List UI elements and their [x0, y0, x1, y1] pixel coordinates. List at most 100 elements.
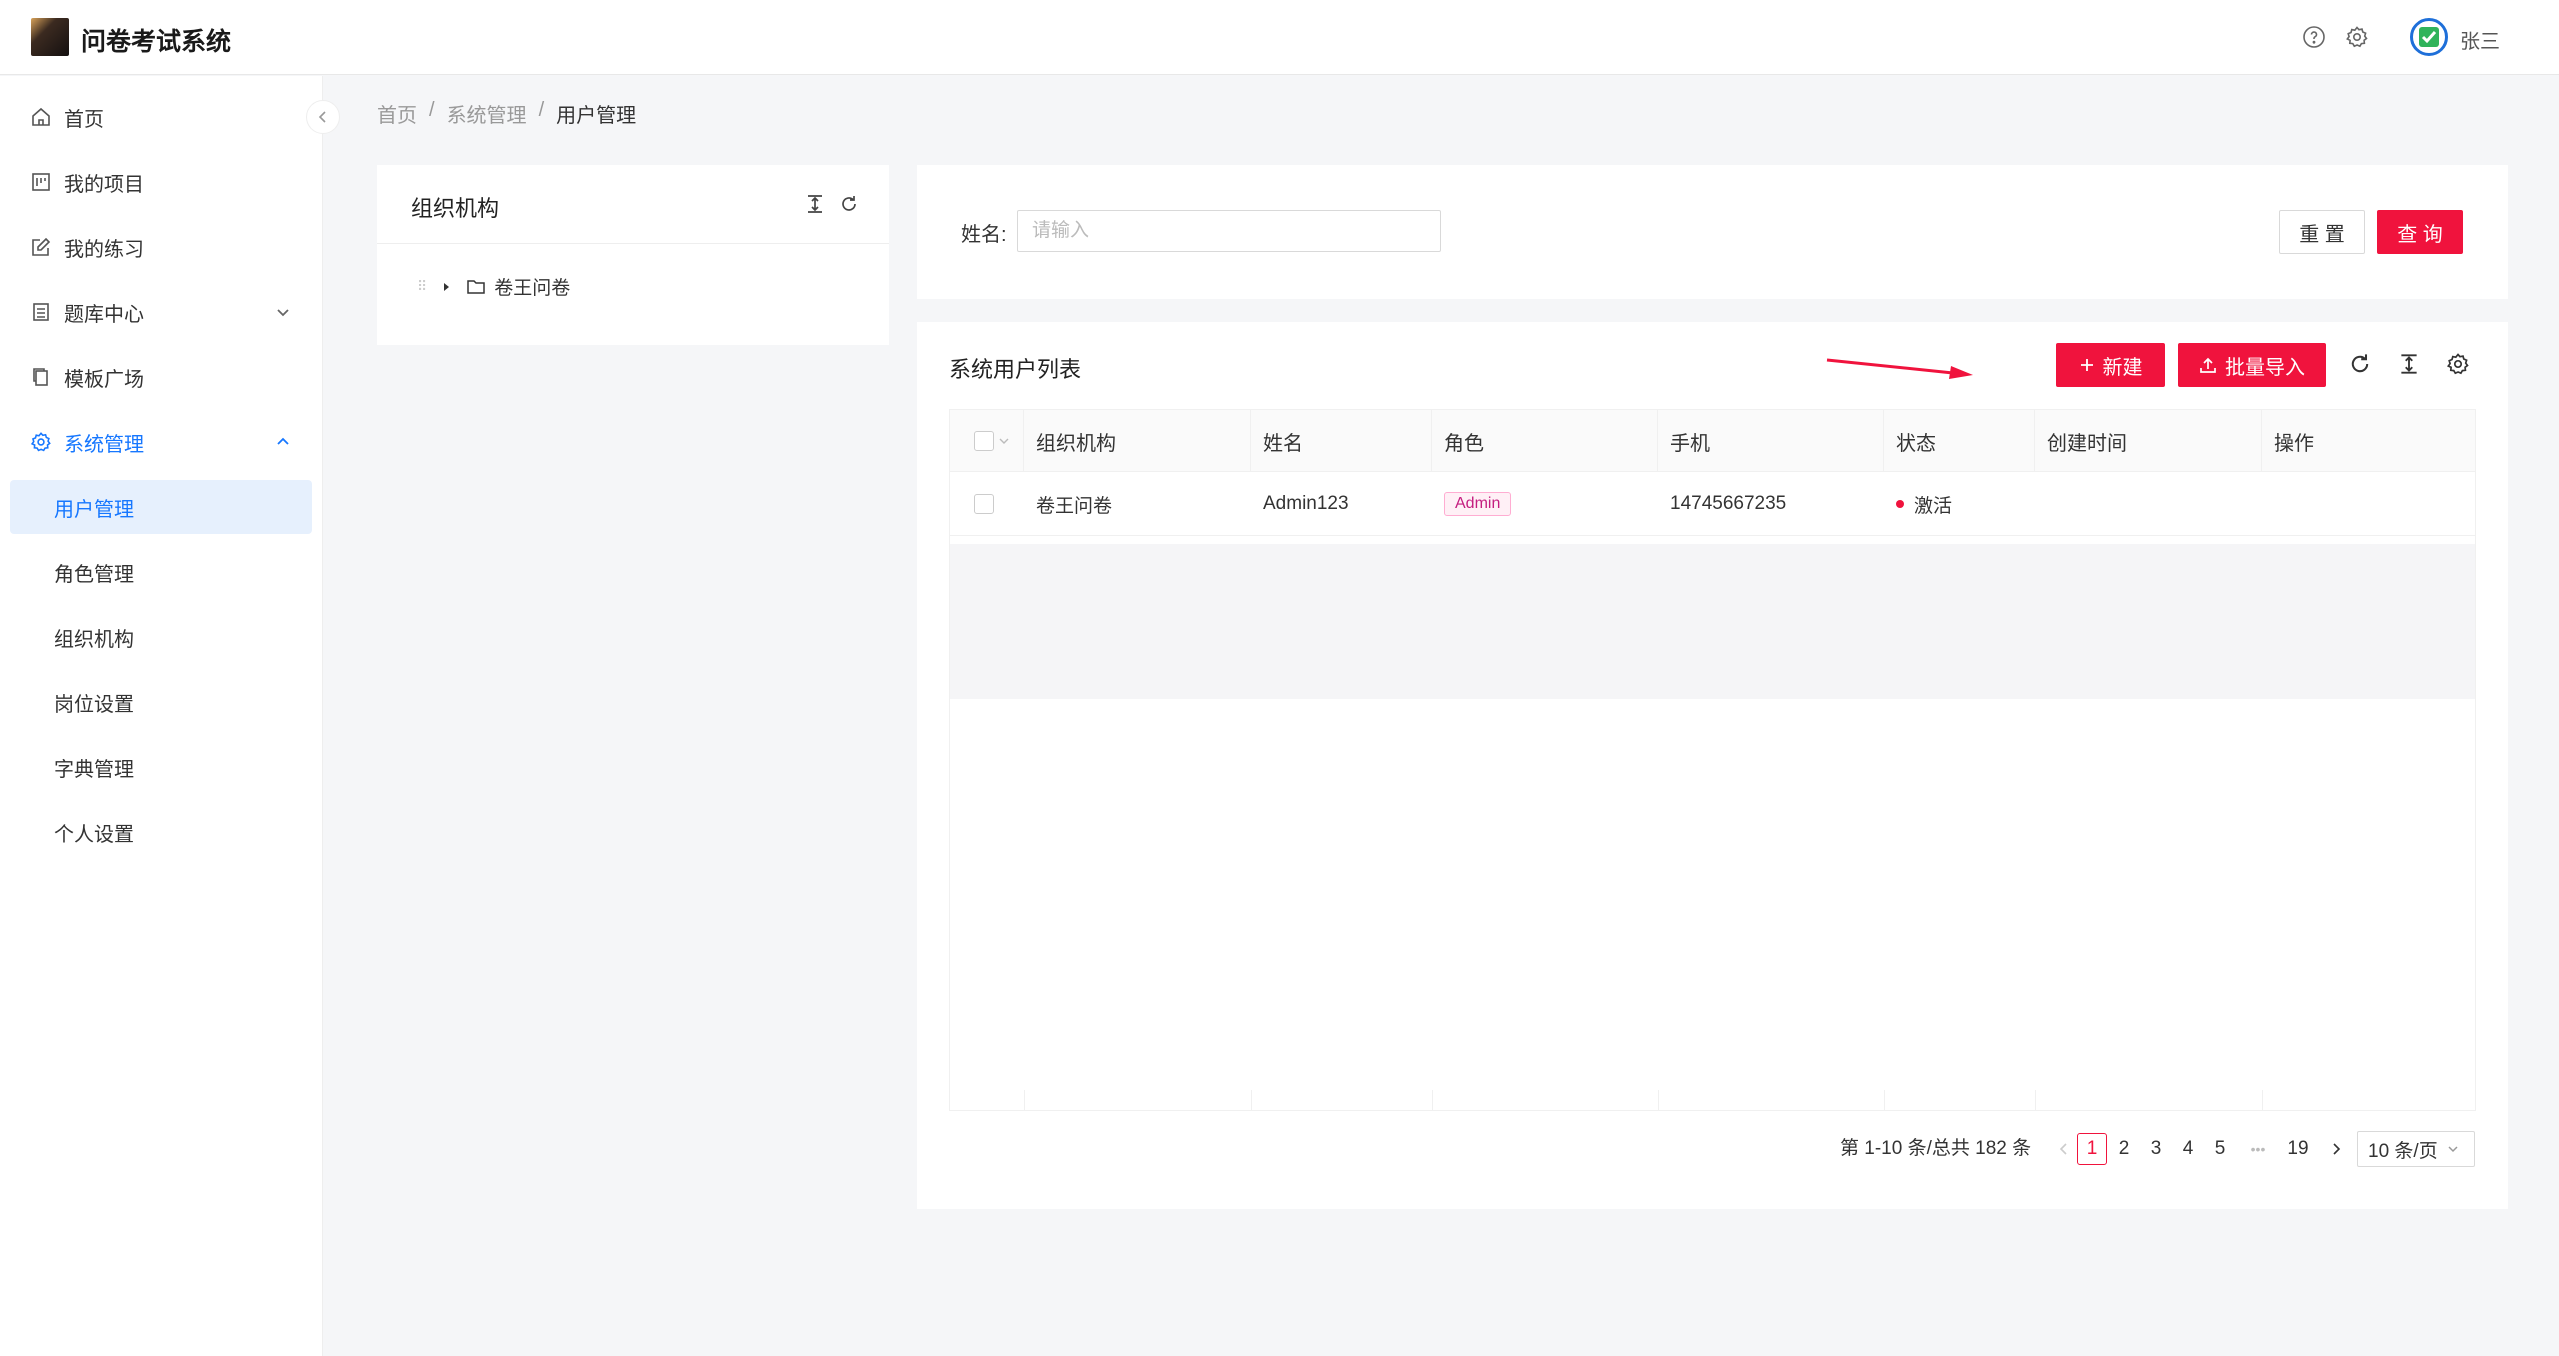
reset-button[interactable]: 重 置	[2279, 210, 2365, 254]
user-avatar[interactable]	[2410, 18, 2448, 56]
new-user-button[interactable]: 新建	[2056, 343, 2165, 387]
list-icon	[30, 301, 52, 323]
column-height-icon[interactable]	[2397, 352, 2423, 378]
settings-icon[interactable]	[2345, 25, 2369, 49]
sidebar-item-template-square[interactable]: 模板广场	[10, 350, 312, 404]
pagination-summary: 第 1-10 条/总共 182 条	[1840, 1138, 2032, 1159]
column-header-actions: 操作	[2274, 432, 2314, 455]
status-text: 激活	[1914, 495, 1953, 517]
sidebar-item-user-management[interactable]: 用户管理	[10, 480, 312, 534]
status-dot	[1896, 500, 1904, 508]
home-icon	[30, 106, 52, 128]
sidebar-item-label: 模板广场	[64, 368, 144, 391]
app-logo	[31, 18, 69, 56]
column-settings-icon[interactable]	[2446, 352, 2472, 378]
gear-icon	[30, 431, 52, 453]
column-divider	[2035, 1090, 2036, 1110]
reload-icon[interactable]	[2348, 352, 2374, 378]
reload-icon[interactable]	[839, 193, 859, 215]
edit-icon	[30, 236, 52, 258]
sidebar-item-role-management[interactable]: 角色管理	[10, 545, 312, 599]
breadcrumb-separator: /	[538, 99, 545, 121]
table-row[interactable]: 卷王问卷 Admin123 Admin 14745667235 激活	[950, 472, 2475, 536]
name-label: 姓名:	[961, 224, 1007, 246]
batch-import-label: 批量导入	[2225, 356, 2305, 379]
sidebar-item-label: 题库中心	[64, 303, 144, 326]
sidebar-item-my-projects[interactable]: 我的项目	[10, 155, 312, 209]
page-size-value: 10 条/页	[2368, 1140, 2438, 1162]
row-select-cell	[950, 472, 1024, 536]
sidebar-item-organization[interactable]: 组织机构	[10, 610, 312, 664]
table-header: 组织机构 姓名 角色 手机 状态 创建时间 操作	[950, 410, 2475, 472]
column-header-name[interactable]: 姓名	[1251, 410, 1432, 472]
column-header-created[interactable]: 创建时间	[2035, 410, 2262, 472]
role-tag: Admin	[1444, 492, 1512, 516]
column-divider	[1432, 1090, 1433, 1110]
new-user-label: 新建	[2102, 356, 2143, 379]
chevron-down-icon	[274, 303, 292, 321]
cell-status: 激活	[1884, 472, 1952, 536]
select-all-cell	[950, 410, 1024, 472]
help-icon[interactable]	[2302, 25, 2326, 49]
page-4[interactable]: 4	[2173, 1133, 2203, 1165]
divider	[377, 243, 889, 244]
sidebar-item-question-bank[interactable]: 题库中心	[10, 285, 312, 339]
page-5[interactable]: 5	[2205, 1133, 2235, 1165]
sidebar-item-home[interactable]: 首页	[10, 90, 312, 144]
annotation-arrow	[1826, 358, 1973, 379]
batch-import-button[interactable]: 批量导入	[2178, 343, 2326, 387]
organization-panel: 组织机构 ⠿ 卷王问卷	[377, 165, 889, 345]
caret-right-icon[interactable]	[440, 281, 452, 293]
query-button[interactable]: 查 询	[2377, 210, 2463, 254]
folder-icon	[466, 278, 486, 296]
column-header-status[interactable]: 状态	[1884, 410, 2035, 472]
page-19[interactable]: 19	[2283, 1133, 2313, 1165]
tree-node-root[interactable]: ⠿ 卷王问卷	[417, 273, 570, 300]
select-all-checkbox[interactable]	[974, 431, 994, 451]
plus-icon	[2079, 357, 2095, 373]
column-divider	[1658, 1090, 1659, 1110]
row-checkbox[interactable]	[974, 494, 994, 514]
sidebar-item-position-settings[interactable]: 岗位设置	[10, 675, 312, 729]
table-loading-area	[950, 544, 2475, 699]
sidebar-item-label: 我的项目	[64, 173, 144, 196]
column-divider	[1251, 1090, 1252, 1110]
prev-page-icon[interactable]	[2049, 1133, 2079, 1165]
search-panel: 姓名: 重 置 查 询	[917, 165, 2508, 299]
column-header-role[interactable]: 角色	[1432, 410, 1658, 472]
sidebar-item-label: 我的练习	[64, 238, 144, 261]
page-2[interactable]: 2	[2109, 1133, 2139, 1165]
cell-phone: 14745667235	[1670, 493, 1787, 514]
chevron-down-icon	[2446, 1142, 2460, 1156]
cell-created	[2035, 472, 2047, 536]
breadcrumb-home[interactable]: 首页	[377, 99, 417, 128]
breadcrumb: 首页 / 系统管理 / 用户管理	[377, 99, 636, 128]
next-page-icon[interactable]	[2321, 1133, 2351, 1165]
column-header-org[interactable]: 组织机构	[1024, 410, 1251, 472]
sidebar-item-system-management[interactable]: 系统管理	[10, 415, 312, 469]
sidebar-item-my-practice[interactable]: 我的练习	[10, 220, 312, 274]
breadcrumb-system-management[interactable]: 系统管理	[447, 99, 527, 128]
cell-actions	[2262, 472, 2274, 536]
sidebar-item-personal-settings[interactable]: 个人设置	[10, 805, 312, 859]
column-header-phone[interactable]: 手机	[1658, 410, 1884, 472]
sidebar-item-dictionary[interactable]: 字典管理	[10, 740, 312, 794]
name-search-input[interactable]	[1017, 210, 1441, 252]
username[interactable]: 张三	[2460, 25, 2500, 54]
user-table: 组织机构 姓名 角色 手机 状态 创建时间 操作 卷王问卷 Admin123 A…	[949, 409, 2476, 1111]
top-header: 问卷考试系统 张三	[0, 0, 2559, 75]
sidebar-item-label: 系统管理	[64, 433, 144, 456]
chevron-down-icon[interactable]	[998, 435, 1010, 447]
list-title: 系统用户列表	[949, 357, 1082, 382]
page-1[interactable]: 1	[2077, 1133, 2107, 1165]
drag-handle-icon[interactable]: ⠿	[417, 278, 427, 295]
column-divider	[1024, 1090, 1025, 1110]
column-height-icon[interactable]	[805, 193, 825, 215]
copy-icon	[30, 366, 52, 388]
page-ellipsis[interactable]: •••	[2243, 1133, 2273, 1165]
page-3[interactable]: 3	[2141, 1133, 2171, 1165]
cell-name: Admin123	[1263, 493, 1349, 514]
page-size-select[interactable]: 10 条/页	[2357, 1131, 2475, 1167]
upload-icon	[2199, 356, 2217, 374]
sidebar-collapse-button[interactable]	[306, 100, 340, 134]
